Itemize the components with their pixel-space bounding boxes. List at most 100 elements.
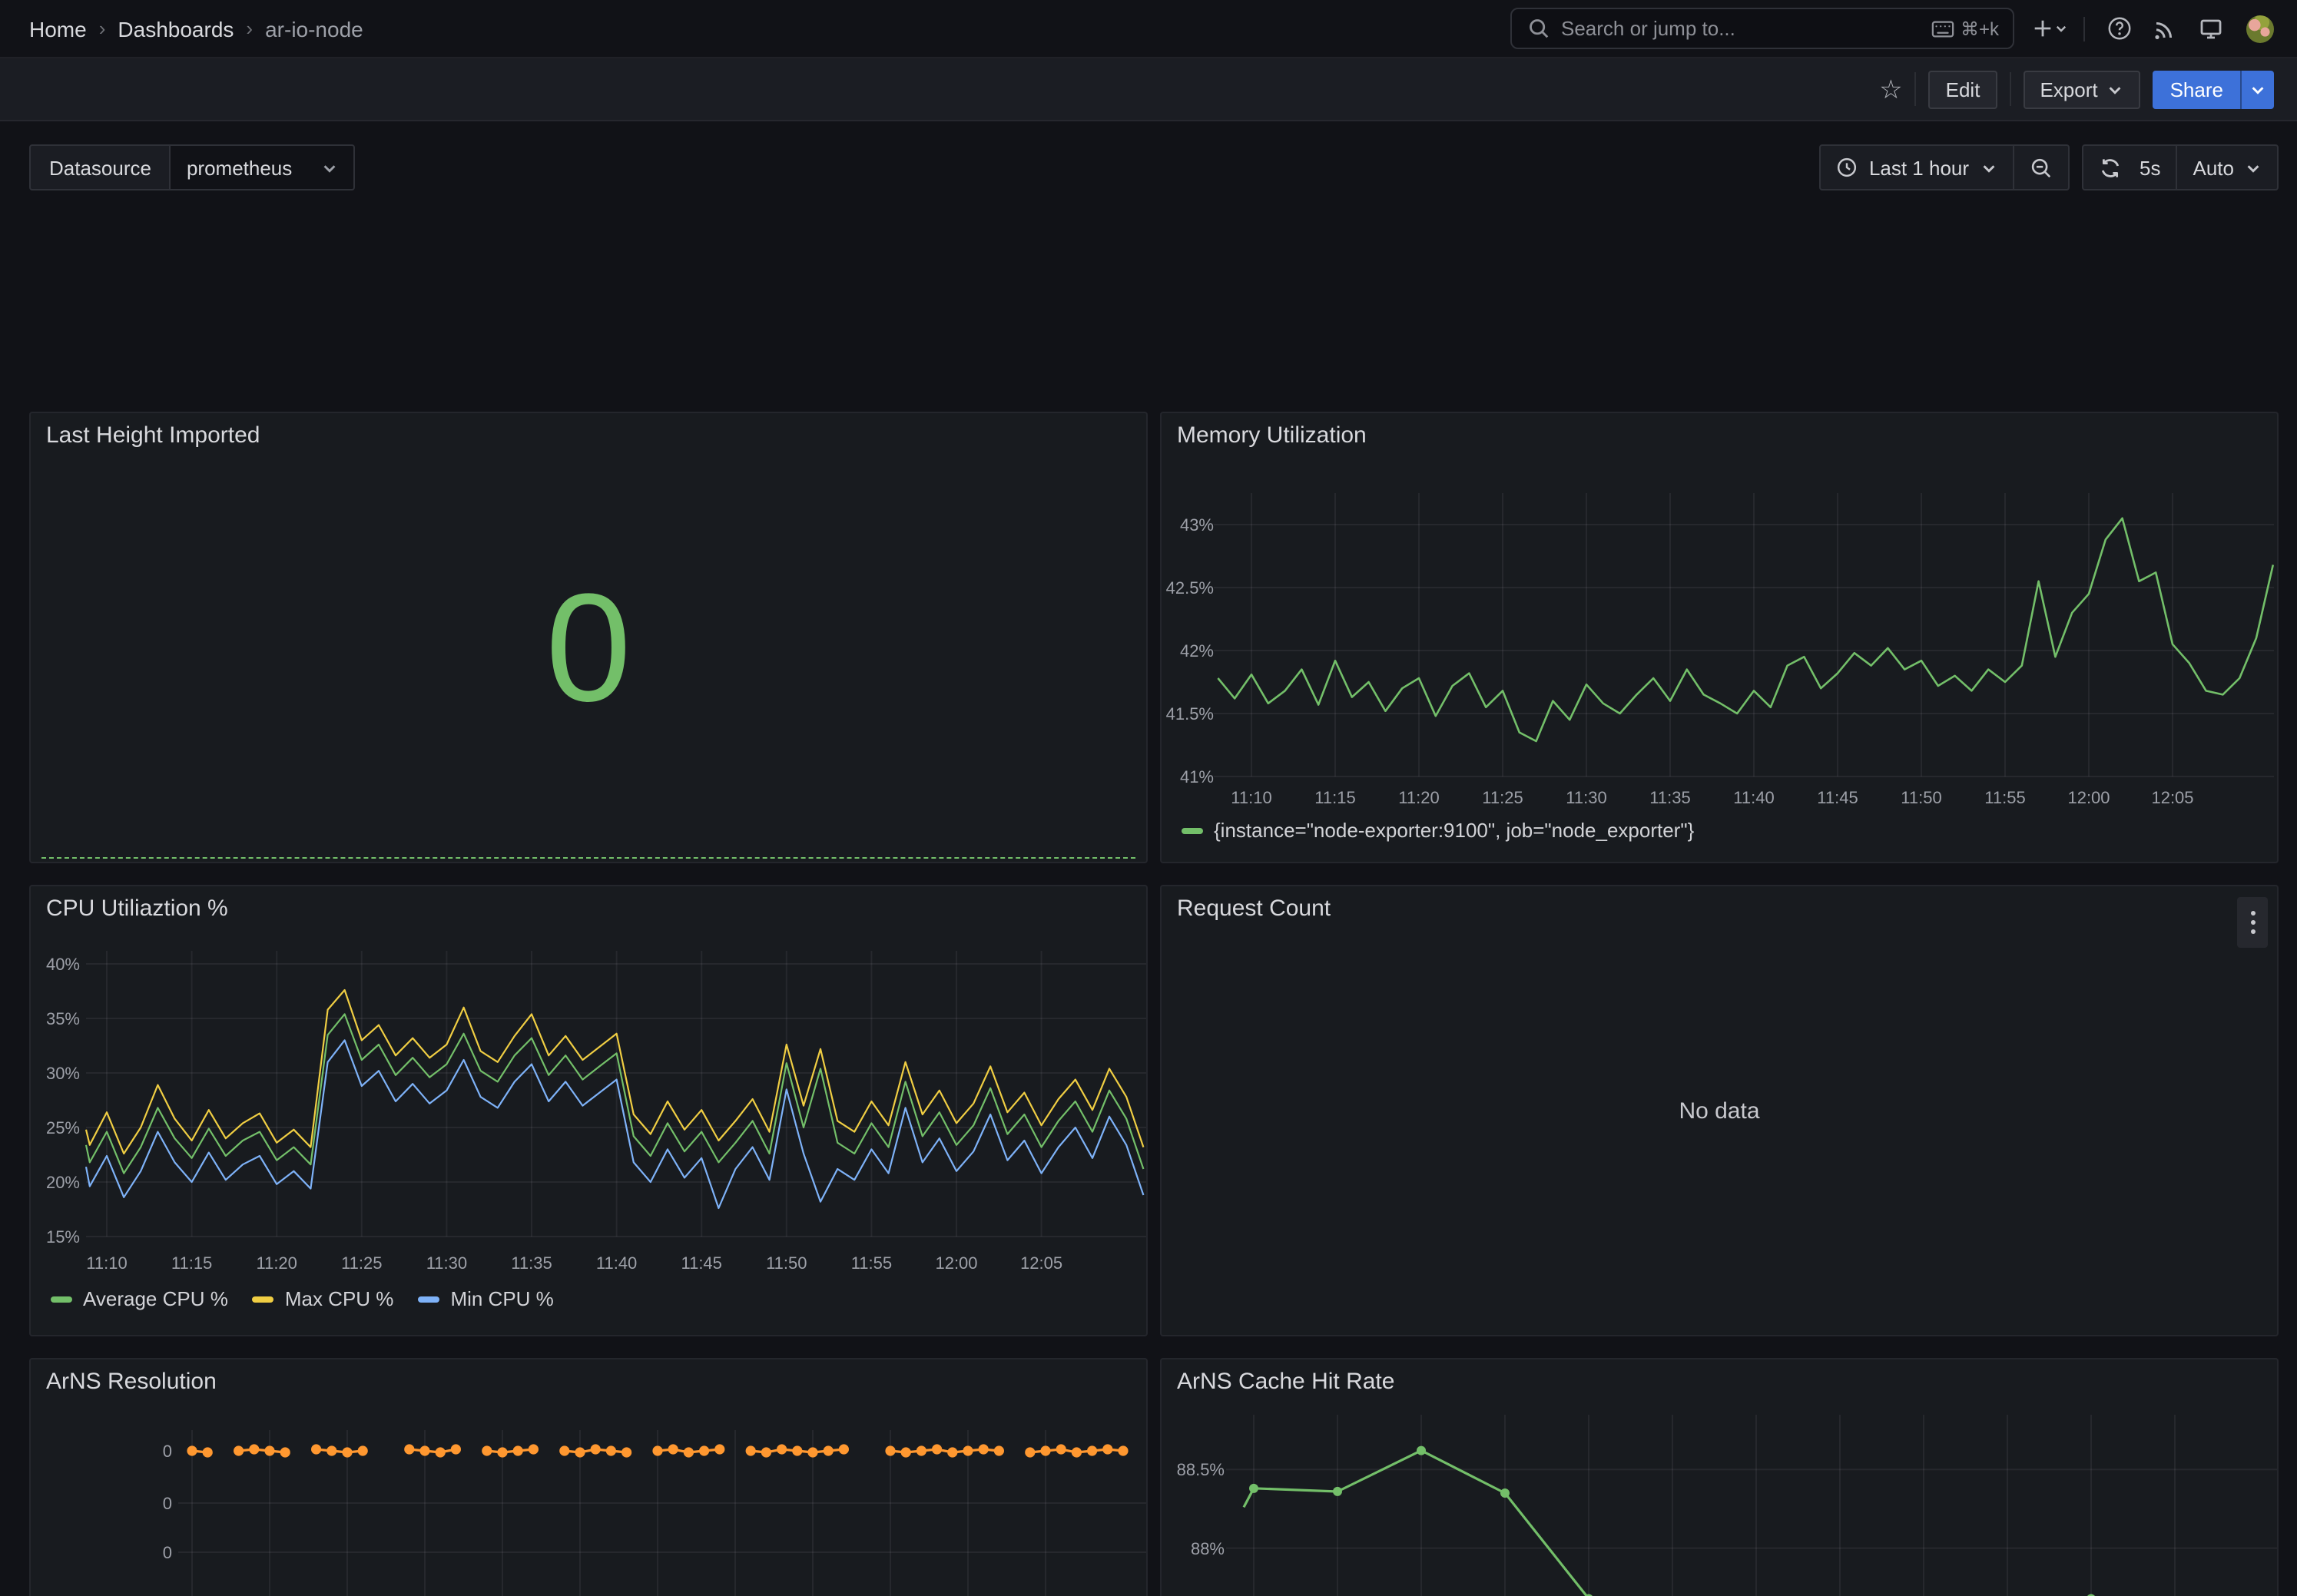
legend-item[interactable]: Average CPU %	[51, 1287, 228, 1310]
panel-title[interactable]: Request Count	[1177, 896, 1331, 922]
stat-value: 0	[31, 450, 1146, 846]
svg-text:11:15: 11:15	[1314, 788, 1355, 807]
svg-text:12:05: 12:05	[2151, 788, 2193, 807]
no-data-message: No data	[1162, 886, 2277, 1335]
time-range-button[interactable]: Last 1 hour	[1821, 146, 2012, 189]
memory-chart[interactable]: 11:1011:1511:2011:2511:3011:3511:4011:45…	[1162, 413, 2280, 865]
breadcrumb-separator: ›	[99, 17, 106, 40]
legend-swatch	[418, 1296, 439, 1302]
svg-text:11:55: 11:55	[1984, 788, 2025, 807]
svg-text:11:25: 11:25	[341, 1253, 382, 1273]
svg-text:20%: 20%	[46, 1173, 80, 1192]
export-button[interactable]: Export	[2023, 70, 2140, 108]
star-favorite-button[interactable]: ☆	[1879, 76, 1903, 102]
legend-item[interactable]: Min CPU %	[418, 1287, 553, 1310]
refresh-button[interactable]	[2083, 146, 2136, 189]
edit-button[interactable]: Edit	[1929, 70, 1997, 108]
monitor-icon[interactable]	[2191, 8, 2231, 48]
svg-text:11:40: 11:40	[596, 1253, 637, 1273]
svg-text:12:00: 12:00	[2067, 788, 2110, 807]
legend-label: Min CPU %	[450, 1287, 553, 1310]
svg-text:35%: 35%	[46, 1009, 80, 1028]
svg-text:12:00: 12:00	[935, 1253, 977, 1273]
legend-label: Average CPU %	[83, 1287, 228, 1310]
zoom-out-button[interactable]	[2014, 146, 2067, 189]
top-nav: Home›Dashboards›ar-io-node Search or jum…	[0, 0, 2297, 58]
legend-swatch	[1182, 827, 1203, 833]
divider	[1915, 72, 1917, 106]
svg-text:40%: 40%	[46, 955, 80, 974]
news-rss-icon[interactable]	[2145, 8, 2185, 48]
datasource-picker: Datasource prometheus	[29, 144, 356, 190]
panel-memory-utilization: Memory Utilization 11:1011:1511:2011:251…	[1160, 412, 2279, 863]
breadcrumb: Home›Dashboards›ar-io-node	[29, 16, 363, 41]
panel-arns-resolution: ArNS Resolution 11:1011:1511:2011:2511:3…	[29, 1358, 1148, 1596]
panel-cpu-utilization: CPU Utiliaztion % 11:1011:1511:2011:2511…	[29, 885, 1148, 1336]
svg-text:11:50: 11:50	[766, 1253, 807, 1273]
svg-text:0: 0	[163, 1442, 172, 1461]
svg-text:11:30: 11:30	[426, 1253, 467, 1273]
nav-icons	[2030, 8, 2274, 48]
share-button[interactable]: Share	[2153, 70, 2240, 108]
svg-text:42.5%: 42.5%	[1166, 578, 1214, 598]
svg-text:11:20: 11:20	[256, 1253, 297, 1273]
chevron-down-icon	[2107, 81, 2124, 98]
legend-item[interactable]: Max CPU %	[253, 1287, 394, 1310]
arns-cache-chart[interactable]: 11:1011:1511:2011:2511:3011:3511:4011:45…	[1162, 1359, 2280, 1596]
refresh-mode-select[interactable]: Auto	[2178, 146, 2278, 189]
help-icon[interactable]	[2099, 8, 2139, 48]
keyboard-icon	[1931, 19, 1954, 38]
svg-text:41.5%: 41.5%	[1166, 704, 1214, 723]
panel-request-count: Request Count No data	[1160, 885, 2279, 1336]
clock-icon	[1837, 157, 1858, 178]
svg-text:11:45: 11:45	[1817, 788, 1858, 807]
share-menu-button[interactable]	[2240, 70, 2274, 108]
chevron-down-icon	[322, 159, 339, 176]
time-picker-group: Last 1 hour	[1820, 144, 2069, 190]
svg-text:11:35: 11:35	[1649, 788, 1690, 807]
svg-text:15%: 15%	[46, 1227, 80, 1247]
search-icon	[1526, 16, 1550, 41]
legend-swatch	[253, 1296, 274, 1302]
add-button[interactable]	[2030, 8, 2070, 48]
legend-label: {instance="node-exporter:9100", job="nod…	[1214, 819, 1694, 842]
arns-resolution-chart[interactable]: 11:1011:1511:2011:2511:3011:3511:4011:45…	[31, 1359, 1149, 1596]
panel-title[interactable]: Memory Utilization	[1177, 422, 1367, 449]
datasource-select[interactable]: prometheus	[171, 144, 356, 190]
divider	[2083, 16, 2085, 41]
svg-text:11:10: 11:10	[86, 1253, 127, 1273]
svg-text:11:50: 11:50	[1901, 788, 1941, 807]
legend-swatch	[51, 1296, 72, 1302]
panel-title[interactable]: ArNS Resolution	[46, 1369, 217, 1395]
breadcrumb-item-dashboards[interactable]: Dashboards	[118, 16, 234, 41]
time-controls: Last 1 hour	[1820, 144, 2279, 190]
panel-title[interactable]: Last Height Imported	[46, 422, 260, 449]
svg-text:11:40: 11:40	[1733, 788, 1774, 807]
panel-menu-kebab-icon[interactable]	[2237, 897, 2268, 948]
svg-text:11:55: 11:55	[851, 1253, 892, 1273]
grafana-dashboard: Home›Dashboards›ar-io-node Search or jum…	[0, 0, 2297, 1596]
user-avatar[interactable]	[2246, 15, 2274, 42]
panel-last-height-imported: Last Height Imported 0	[29, 412, 1148, 863]
memory-legend: {instance="node-exporter:9100", job="nod…	[1182, 819, 1694, 842]
breadcrumb-item-home[interactable]: Home	[29, 16, 87, 41]
svg-text:43%: 43%	[1180, 515, 1214, 535]
legend-item[interactable]: {instance="node-exporter:9100", job="nod…	[1182, 819, 1694, 842]
svg-text:0: 0	[163, 1494, 172, 1513]
dashboard-toolbar: ☆ Edit Export Share	[0, 58, 2297, 121]
refresh-group: 5s Auto	[2081, 144, 2279, 190]
search-input[interactable]: Search or jump to... ⌘+k	[1510, 8, 2014, 49]
divider	[2009, 72, 2010, 106]
dashboard-controls: Datasource prometheus Last 1 hour	[29, 144, 2279, 190]
svg-text:11:20: 11:20	[1398, 788, 1439, 807]
svg-text:11:35: 11:35	[511, 1253, 552, 1273]
svg-text:11:15: 11:15	[171, 1253, 212, 1273]
svg-text:11:30: 11:30	[1566, 788, 1606, 807]
search-shortcut: ⌘+k	[1931, 18, 1999, 39]
cpu-chart[interactable]: 11:1011:1511:2011:2511:3011:3511:4011:45…	[31, 886, 1149, 1338]
panel-title[interactable]: ArNS Cache Hit Rate	[1177, 1369, 1394, 1395]
panel-title[interactable]: CPU Utiliaztion %	[46, 896, 228, 922]
svg-text:42%: 42%	[1180, 641, 1214, 661]
zoom-out-icon	[2029, 156, 2052, 179]
breadcrumb-item-ar-io-node: ar-io-node	[265, 16, 363, 41]
